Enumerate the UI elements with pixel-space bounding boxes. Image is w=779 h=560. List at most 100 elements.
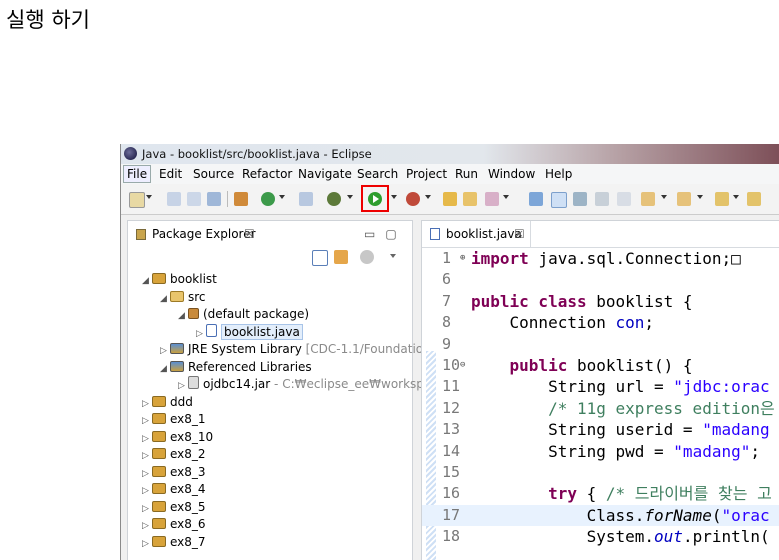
new-java-package-icon[interactable] bbox=[234, 192, 248, 206]
fold-collapse-icon[interactable]: ⊖ bbox=[460, 355, 465, 376]
source-folder-icon bbox=[170, 290, 184, 302]
expand-arrow-icon[interactable]: ◢ bbox=[160, 361, 170, 378]
expand-arrow-icon[interactable]: ▷ bbox=[142, 413, 152, 430]
tree-item-src[interactable]: ◢ src bbox=[160, 289, 206, 306]
menu-refactor[interactable]: Refactor bbox=[242, 164, 292, 184]
minimize-maximize-icon[interactable]: ▭▢ bbox=[364, 221, 407, 247]
save-all-icon[interactable] bbox=[187, 192, 201, 206]
line-number: 9 bbox=[442, 334, 452, 353]
next-annotation-dropdown-icon[interactable] bbox=[661, 195, 667, 199]
project-icon bbox=[152, 273, 166, 284]
collapse-all-icon[interactable] bbox=[312, 250, 328, 266]
new-icon[interactable] bbox=[129, 192, 145, 208]
search-icon[interactable] bbox=[485, 192, 499, 206]
editor-tab-booklist[interactable]: booklist.java ☒ bbox=[422, 221, 531, 247]
save-icon[interactable] bbox=[167, 192, 181, 206]
close-icon[interactable]: ☒ bbox=[244, 221, 255, 247]
print-icon[interactable] bbox=[207, 192, 221, 206]
title-bar: Java - booklist/src/booklist.java - Ecli… bbox=[121, 144, 779, 164]
tree-item-ex8-6[interactable]: ▷ ex8_6 bbox=[142, 516, 206, 533]
menu-edit[interactable]: Edit bbox=[159, 164, 182, 184]
link-with-editor-icon[interactable] bbox=[334, 250, 348, 264]
new-class-dropdown-icon[interactable] bbox=[279, 195, 285, 199]
expand-arrow-icon[interactable]: ▷ bbox=[196, 326, 206, 343]
menu-project[interactable]: Project bbox=[406, 164, 447, 184]
new-java-class-icon[interactable] bbox=[261, 192, 275, 206]
expand-arrow-icon[interactable]: ▷ bbox=[142, 536, 152, 553]
menu-source[interactable]: Source bbox=[193, 164, 234, 184]
debug-icon[interactable] bbox=[327, 192, 341, 206]
line-number: 11 bbox=[442, 377, 461, 396]
forward-icon[interactable] bbox=[747, 192, 761, 206]
menu-file[interactable]: File bbox=[123, 165, 152, 183]
menu-window[interactable]: Window bbox=[488, 164, 535, 184]
package-explorer-icon bbox=[136, 229, 146, 240]
show-whitespace-icon[interactable] bbox=[617, 192, 631, 206]
package-icon bbox=[188, 308, 199, 319]
menu-run[interactable]: Run bbox=[455, 164, 478, 184]
search-dropdown-icon[interactable] bbox=[503, 195, 509, 199]
project-icon bbox=[152, 483, 166, 494]
fold-expand-icon[interactable]: ⊕ bbox=[460, 248, 465, 269]
tree-item-ex8-7[interactable]: ▷ ex8_7 bbox=[142, 534, 206, 551]
run-dropdown-icon[interactable] bbox=[391, 195, 397, 199]
toggle-mark-icon[interactable] bbox=[299, 192, 313, 206]
new-dropdown-icon[interactable] bbox=[146, 195, 152, 199]
expand-arrow-icon[interactable]: ▷ bbox=[178, 378, 188, 395]
tree-item-ex8-3[interactable]: ▷ ex8_3 bbox=[142, 464, 206, 481]
debug-dropdown-icon[interactable] bbox=[347, 195, 353, 199]
tree-item-ex8-4[interactable]: ▷ ex8_4 bbox=[142, 481, 206, 498]
annotation-icon[interactable] bbox=[529, 192, 543, 206]
menu-help[interactable]: Help bbox=[545, 164, 572, 184]
code-line: 16 try { /* 드라이버를 찾는 고 bbox=[422, 483, 779, 504]
expand-arrow-icon[interactable]: ◢ bbox=[178, 308, 188, 325]
expand-arrow-icon[interactable]: ▷ bbox=[160, 343, 170, 360]
back-dropdown-icon[interactable] bbox=[733, 195, 739, 199]
tree-item-referenced-libraries[interactable]: ◢ Referenced Libraries bbox=[160, 359, 312, 376]
expand-arrow-icon[interactable]: ▷ bbox=[142, 483, 152, 500]
back-icon[interactable] bbox=[715, 192, 729, 206]
focus-icon[interactable] bbox=[360, 250, 374, 264]
tree-item-label: ex8_3 bbox=[170, 464, 206, 479]
close-icon[interactable]: ☒ bbox=[514, 221, 525, 247]
package-explorer-tab[interactable]: Package Explorer ☒ ▭▢ bbox=[128, 221, 412, 247]
expand-arrow-icon[interactable]: ▷ bbox=[142, 501, 152, 518]
menu-search[interactable]: Search bbox=[357, 164, 398, 184]
open-type-icon[interactable] bbox=[443, 192, 457, 206]
project-icon bbox=[152, 500, 166, 512]
tree-item-ex8-5[interactable]: ▷ ex8_5 bbox=[142, 499, 206, 516]
expand-arrow-icon[interactable]: ◢ bbox=[142, 273, 152, 290]
external-tools-dropdown-icon[interactable] bbox=[425, 195, 431, 199]
tree-item-label: booklist.java bbox=[221, 323, 303, 340]
expand-arrow-icon[interactable]: ▷ bbox=[142, 466, 152, 483]
tree-item-ex8-1[interactable]: ▷ ex8_1 bbox=[142, 411, 206, 428]
tree-item-label: ojdbc14.jar bbox=[203, 377, 271, 391]
expand-arrow-icon[interactable]: ▷ bbox=[142, 396, 152, 413]
tree-item-ojdbc14-jar[interactable]: ▷ ojdbc14.jar - C:₩eclipse_ee₩workspa bbox=[178, 376, 431, 393]
external-tools-icon[interactable] bbox=[406, 192, 420, 206]
expand-arrow-icon[interactable]: ▷ bbox=[142, 518, 152, 535]
prev-annotation-dropdown-icon[interactable] bbox=[697, 195, 703, 199]
tree-item-ex8-10[interactable]: ▷ ex8_10 bbox=[142, 429, 213, 446]
block-select-icon[interactable] bbox=[573, 192, 587, 206]
package-explorer-toolbar bbox=[308, 248, 408, 268]
next-annotation-icon[interactable] bbox=[641, 192, 655, 206]
tree-item-ddd[interactable]: ▷ ddd bbox=[142, 394, 193, 411]
menu-navigate[interactable]: Navigate bbox=[298, 164, 352, 184]
view-menu-icon[interactable] bbox=[390, 254, 396, 258]
tree-item-booklist-java[interactable]: ▷ booklist.java bbox=[196, 323, 303, 343]
code-line: 12 /* 11g express edition은 bbox=[422, 398, 779, 419]
tree-item-ex8-2[interactable]: ▷ ex8_2 bbox=[142, 446, 206, 463]
tree-item-booklist[interactable]: ◢ booklist bbox=[142, 271, 217, 288]
expand-arrow-icon[interactable]: ▷ bbox=[142, 448, 152, 465]
run-icon[interactable] bbox=[368, 192, 382, 206]
tree-item-jre-library[interactable]: ▷ JRE System Library [CDC-1.1/Foundation bbox=[160, 341, 431, 358]
expand-arrow-icon[interactable]: ▷ bbox=[142, 431, 152, 448]
tree-item-default-package[interactable]: ◢ (default package) bbox=[178, 306, 309, 323]
word-wrap-icon[interactable] bbox=[595, 192, 609, 206]
line-number: 17 bbox=[442, 505, 461, 524]
expand-arrow-icon[interactable]: ◢ bbox=[160, 291, 170, 308]
toggle-highlight-icon[interactable] bbox=[551, 192, 567, 208]
open-folder-icon[interactable] bbox=[463, 192, 477, 206]
prev-annotation-icon[interactable] bbox=[677, 192, 691, 206]
